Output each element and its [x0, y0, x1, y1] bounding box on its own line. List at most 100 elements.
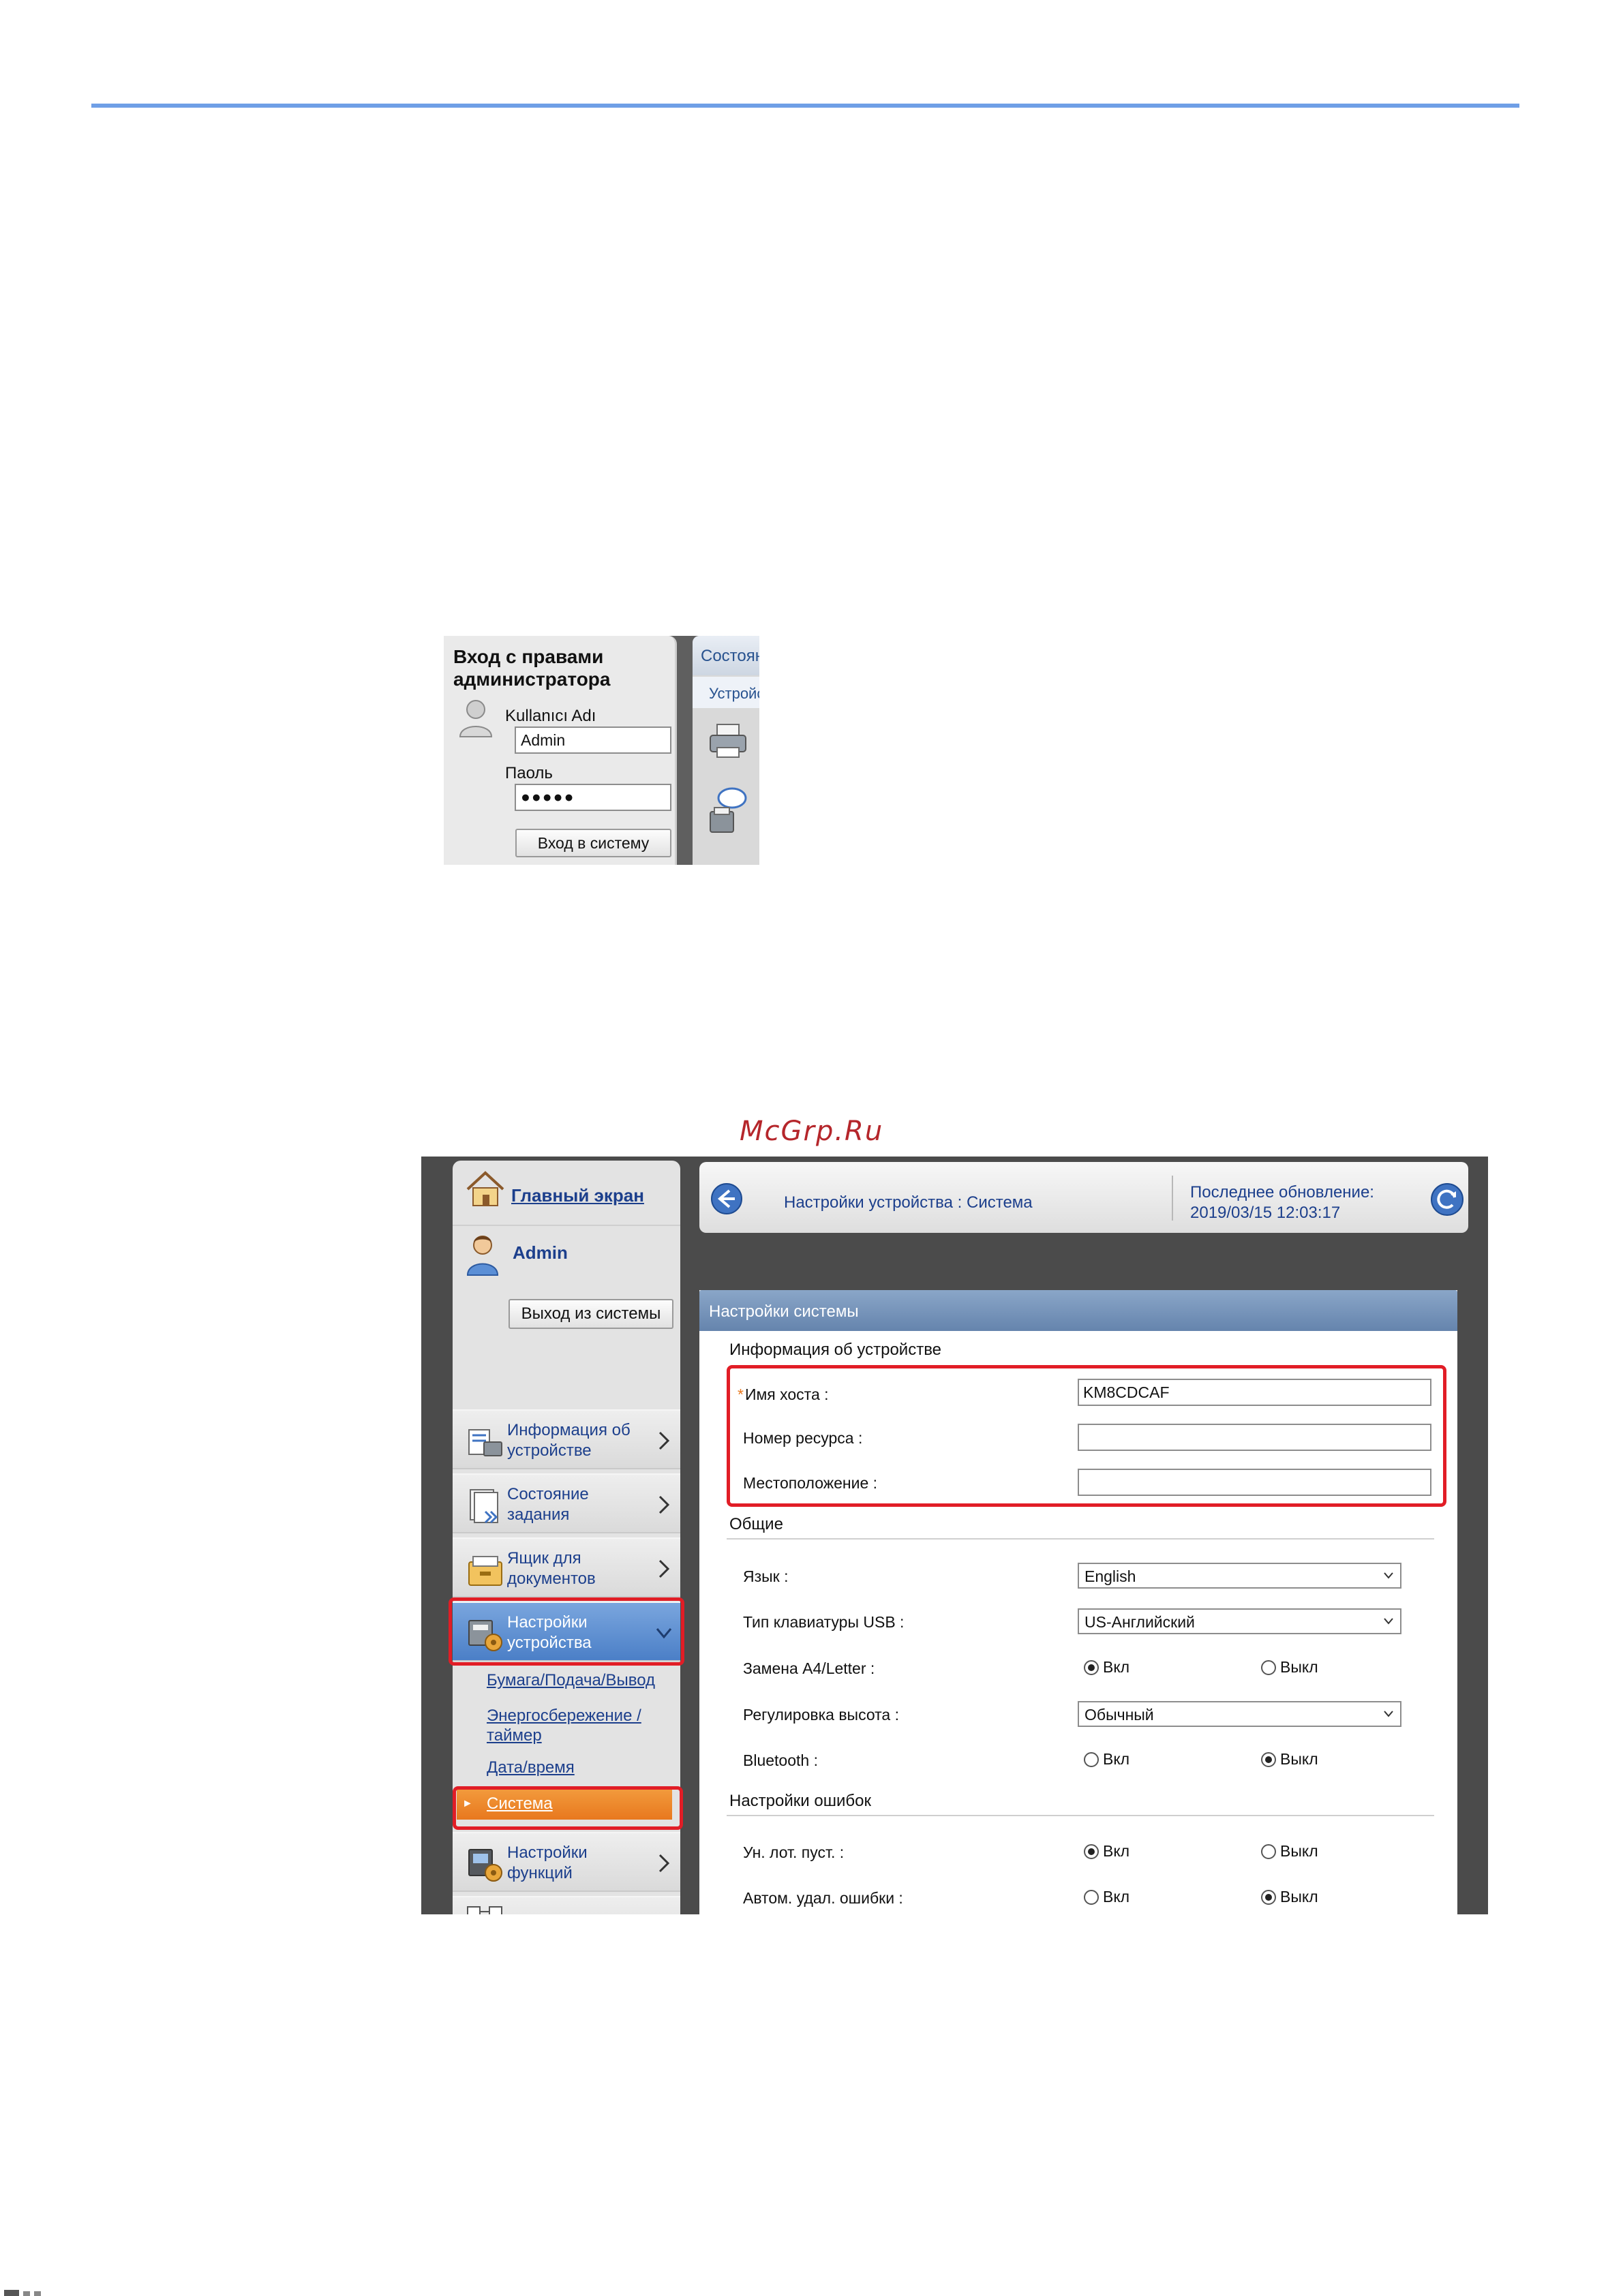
radio-off-label: Выкл — [1280, 1842, 1318, 1860]
radio-dot — [1261, 1889, 1276, 1905]
chevron-right-icon — [658, 1559, 670, 1578]
radio-on-label: Вкл — [1103, 1658, 1130, 1676]
altitude-value: Обычный — [1084, 1706, 1154, 1724]
language-value: English — [1084, 1567, 1136, 1585]
network-icon — [467, 1906, 502, 1914]
radio-off-label: Выкл — [1280, 1750, 1318, 1768]
section-rule — [727, 1538, 1434, 1540]
last-update-value: 2019/03/15 12:03:17 — [1190, 1204, 1341, 1222]
nav-function-settings-label: Настройки функций — [507, 1843, 588, 1882]
chevron-right-icon — [658, 1854, 670, 1873]
altitude-label: Регулировка высота : — [743, 1706, 899, 1724]
nav-job-status-label: Состояние задания — [507, 1485, 589, 1524]
username-label: Kullanıcı Adı — [505, 707, 596, 725]
page-header-rule — [91, 104, 1519, 108]
logout-button[interactable]: Выход из системы — [509, 1299, 673, 1329]
chevron-down-icon — [1384, 1618, 1393, 1625]
chevron-right-icon — [658, 1495, 670, 1514]
tab-status[interactable]: Состояние — [693, 636, 759, 675]
bluetooth-off-radio[interactable]: Выкл — [1261, 1750, 1318, 1769]
section-general: Общие — [729, 1515, 783, 1533]
radio-dot — [1084, 1843, 1099, 1859]
auto-clear-off-radio[interactable]: Выкл — [1261, 1888, 1318, 1906]
radio-on-label: Вкл — [1103, 1750, 1130, 1768]
sidebar-sub-datetime[interactable]: Дата/время — [487, 1758, 671, 1777]
breadcrumb: Настройки устройства : Система — [784, 1193, 1033, 1212]
username-input[interactable] — [515, 726, 671, 754]
a4-letter-label: Замена A4/Letter : — [743, 1659, 875, 1677]
section-rule — [727, 1815, 1434, 1816]
sidebar-sub-energy[interactable]: Энергосбережение / таймер — [487, 1706, 671, 1745]
subtab-device[interactable]: Устройство — [693, 677, 759, 708]
refresh-icon[interactable] — [1430, 1182, 1464, 1216]
usb-keyboard-select[interactable]: US-Английский — [1078, 1608, 1401, 1634]
last-update-label: Последнее обновление: — [1190, 1183, 1374, 1201]
device-message-icon — [710, 787, 747, 833]
radio-on-label: Вкл — [1103, 1888, 1130, 1905]
auto-clear-on-radio[interactable]: Вкл — [1084, 1888, 1129, 1906]
home-link[interactable]: Главный экран — [511, 1185, 644, 1206]
empty-tray-label: Ун. лот. пуст. : — [743, 1843, 845, 1861]
device-info-icon — [468, 1429, 502, 1456]
topbar: Настройки устройства : Система Последнее… — [699, 1162, 1468, 1233]
nav-network-settings[interactable] — [453, 1896, 680, 1914]
altitude-select[interactable]: Обычный — [1078, 1701, 1401, 1727]
login-button[interactable]: Вход в систему — [515, 829, 671, 857]
password-input[interactable]: ●●●●● — [515, 784, 671, 811]
home-row: Главный экран — [453, 1161, 680, 1226]
nav-device-info[interactable]: Информация об устройстве — [453, 1409, 680, 1469]
function-settings-icon — [468, 1849, 502, 1882]
radio-dot — [1084, 1889, 1099, 1905]
back-arrow-icon[interactable] — [710, 1182, 743, 1215]
login-panel: Вход с правами администратора Kullanıcı … — [444, 636, 677, 865]
user-avatar-icon — [459, 700, 493, 737]
nav-document-box[interactable]: Ящик для документов — [453, 1537, 680, 1597]
user-name: Admin — [513, 1242, 568, 1263]
empty-tray-on-radio[interactable]: Вкл — [1084, 1842, 1129, 1861]
nav-job-status[interactable]: Состояние задания — [453, 1473, 680, 1533]
admin-avatar-icon — [466, 1236, 499, 1276]
radio-dot — [1261, 1751, 1276, 1767]
bluetooth-label: Bluetooth : — [743, 1751, 818, 1769]
login-screenshot: Вход с правами администратора Kullanıcı … — [444, 636, 759, 865]
section-error-settings: Настройки ошибок — [729, 1792, 871, 1810]
job-status-icon — [470, 1489, 498, 1524]
a4-letter-off-radio[interactable]: Выкл — [1261, 1658, 1318, 1677]
empty-tray-off-radio[interactable]: Выкл — [1261, 1842, 1318, 1861]
home-icon — [466, 1171, 504, 1206]
usb-keyboard-label: Тип клавиатуры USB : — [743, 1613, 905, 1631]
radio-dot — [1084, 1659, 1099, 1675]
language-label: Язык : — [743, 1567, 789, 1585]
panel-title: Настройки системы — [709, 1302, 859, 1321]
language-select[interactable]: English — [1078, 1563, 1401, 1589]
settings-panel: Настройки системы Информация об устройст… — [699, 1290, 1457, 1914]
password-label: Паоль — [505, 764, 553, 782]
a4-letter-on-radio[interactable]: Вкл — [1084, 1658, 1129, 1677]
chevron-down-icon — [1384, 1711, 1393, 1717]
nav-function-settings[interactable]: Настройки функций — [453, 1832, 680, 1892]
nav-device-info-label: Информация об устройстве — [507, 1421, 631, 1460]
settings-screenshot: Главный экран Admin Выход из системы Инф… — [421, 1157, 1488, 1914]
radio-dot — [1261, 1659, 1276, 1675]
chevron-right-icon — [658, 1431, 670, 1450]
status-panel: Состояние Устройство — [693, 636, 759, 865]
radio-on-label: Вкл — [1103, 1842, 1130, 1860]
radio-dot — [1261, 1843, 1276, 1859]
sidebar-sub-paper[interactable]: Бумага/Подача/Вывод — [487, 1670, 671, 1690]
section-device-info: Информация об устройстве — [729, 1341, 942, 1359]
nav-document-box-label: Ящик для документов — [507, 1549, 596, 1588]
chevron-down-icon — [1384, 1572, 1393, 1579]
printer-icon — [710, 724, 746, 758]
radio-off-label: Выкл — [1280, 1658, 1318, 1676]
watermark: McGrp.Ru — [740, 1116, 884, 1147]
panel-header: Настройки системы — [699, 1290, 1457, 1331]
usb-keyboard-value: US-Английский — [1084, 1613, 1195, 1631]
highlight-device-settings — [449, 1597, 684, 1666]
last-update: Последнее обновление: 2019/03/15 12:03:1… — [1190, 1182, 1374, 1223]
radio-off-label: Выкл — [1280, 1888, 1318, 1905]
login-title: Вход с правами администратора — [453, 646, 611, 690]
highlight-system — [453, 1786, 683, 1830]
bluetooth-on-radio[interactable]: Вкл — [1084, 1750, 1129, 1769]
auto-clear-label: Автом. удал. ошибки : — [743, 1889, 903, 1907]
topbar-divider — [1172, 1176, 1173, 1221]
